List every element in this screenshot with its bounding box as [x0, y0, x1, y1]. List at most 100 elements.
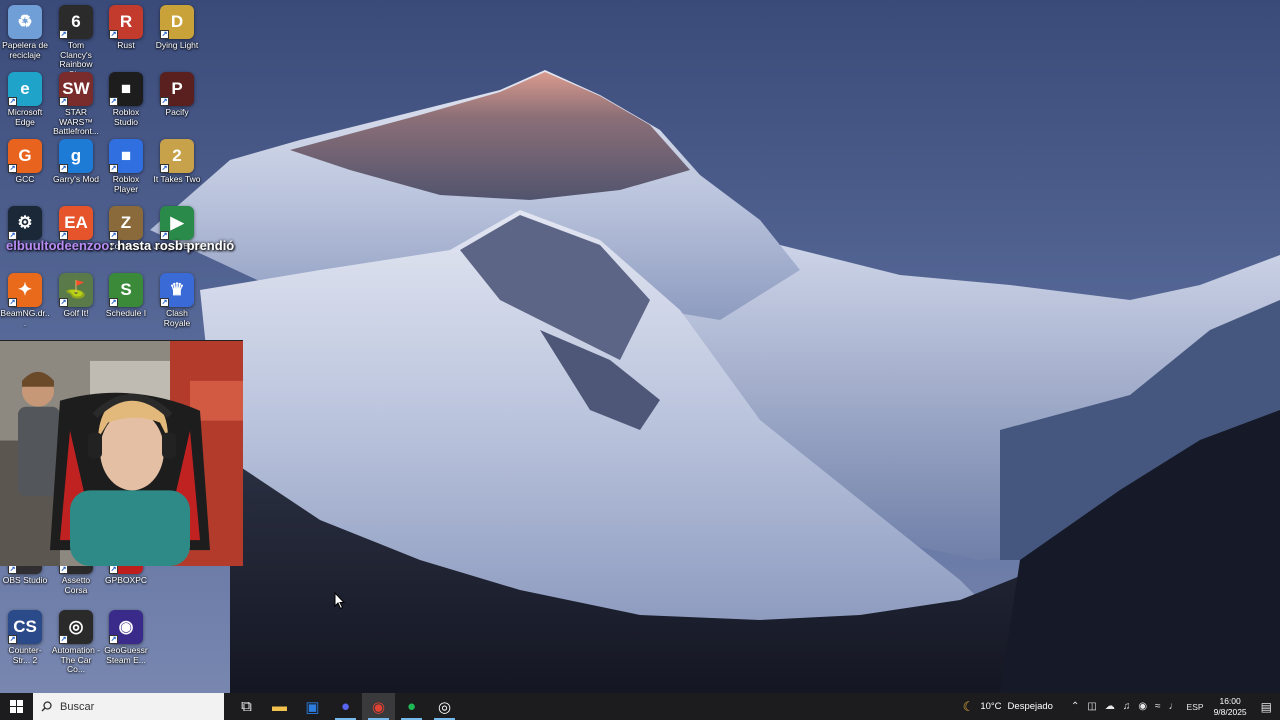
desktop-icon-label: OBS Studio [2, 575, 48, 585]
shortcut-arrow-icon: ↗ [109, 164, 118, 173]
desktop-icon-label: Pacify [165, 107, 189, 117]
desktop-icon[interactable]: EA ↗ [51, 206, 101, 240]
taskbar-app-discord[interactable]: ● [329, 693, 362, 720]
shortcut-arrow-icon: ↗ [8, 635, 17, 644]
search-placeholder: Buscar [60, 700, 95, 713]
it-takes-two-icon: 2 ↗ [160, 139, 194, 173]
desktop-icon[interactable]: G ↗ GCC [0, 139, 50, 185]
headset-icon[interactable]: ◉ [1138, 701, 1147, 712]
desktop-icon[interactable]: ■ ↗ Roblox Player [101, 139, 151, 194]
clock-date: 9/8/2025 [1213, 706, 1247, 717]
search-icon [41, 701, 52, 712]
desktop-icon[interactable]: 6↗Tom Clancy's Rainbow Si... [51, 5, 101, 79]
counter-strike-icon: CS ↗ [8, 610, 42, 644]
start-button[interactable] [0, 693, 33, 720]
system-tray: ☾ 10°C Despejado ⌃ ◫ ☁ ♫ ◉ ≈ ♩ ESP 16:00… [963, 693, 1280, 720]
desktop-icon[interactable]: SW ↗ STAR WARS™ Battlefront... [51, 72, 101, 137]
desktop-icon[interactable]: ⚙ ↗ [0, 206, 50, 240]
desktop-icon-label: Schedule I [105, 308, 147, 318]
shortcut-arrow-icon: ↗ [59, 164, 68, 173]
taskbar-app-chrome[interactable]: ◉ [362, 693, 395, 720]
ea-icon: EA ↗ [59, 206, 93, 240]
desktop-icon[interactable]: S ↗ Schedule I [101, 273, 151, 319]
desktop-icon[interactable]: R ↗ Rust [101, 5, 151, 51]
zomboid-icon: Z ↗ [109, 206, 143, 240]
display-icon[interactable]: ◫ [1087, 701, 1096, 712]
desktop-icon[interactable]: ◎ ↗ Automation - The Car Co... [51, 610, 101, 675]
desktop-icon[interactable]: CS ↗ Counter-Str... 2 [0, 610, 50, 665]
desktop-icon[interactable]: D ↗ Dying Light [152, 5, 202, 51]
task-view-icon: ⧉ [241, 698, 252, 715]
desktop-icon-label: Dying Light [155, 40, 199, 50]
shortcut-arrow-icon: ↗ [160, 298, 169, 307]
desktop-icon[interactable]: 2 ↗ It Takes Two [152, 139, 202, 185]
desktop-icon[interactable]: g ↗ Garry's Mod [51, 139, 101, 185]
shortcut-arrow-icon: ↗ [160, 164, 169, 173]
shortcut-arrow-icon: ↗ [59, 30, 68, 39]
desktop-icon-label: GCC [15, 174, 35, 184]
edge-icon: e ↗ [8, 72, 42, 106]
file-explorer-icon: ▬ [272, 698, 287, 715]
windows-logo-icon [10, 700, 23, 713]
desktop-icon[interactable]: ⛳ ↗ Golf It! [51, 273, 101, 319]
cloud-icon[interactable]: ☁ [1105, 701, 1115, 712]
chat-message: : hasta rosb prendió [109, 238, 235, 253]
taskbar-app-microsoft-store[interactable]: ▣ [296, 693, 329, 720]
dying-light-icon: D ↗ [160, 5, 194, 39]
taskbar-app-file-explorer[interactable]: ▬ [263, 693, 296, 720]
desktop-icon[interactable]: e ↗ Microsoft Edge [0, 72, 50, 127]
shortcut-arrow-icon: ↗ [8, 565, 17, 574]
chat-username: elbuultodeenzoo [6, 238, 110, 253]
desktop-icon-label: STAR WARS™ Battlefront... [53, 107, 99, 136]
shortcut-arrow-icon: ↗ [109, 298, 118, 307]
desktop-icon-label: Rust [117, 40, 135, 50]
desktop-icon-label: GeoGuessr Steam E... [104, 645, 148, 665]
desktop-icon-label: BeamNG.dr... [0, 308, 50, 328]
moon-icon: ☾ [962, 698, 975, 714]
desktop-icon-label: GPBOXPC [104, 575, 148, 585]
desktop-icon-label: Papelera de reciclaje [2, 40, 48, 60]
desktop-icon[interactable]: ◉ ↗ GeoGuessr Steam E... [101, 610, 151, 665]
language-indicator[interactable]: ESP [1187, 702, 1204, 712]
shortcut-arrow-icon: ↗ [160, 30, 169, 39]
notifications-icon[interactable]: ▤ [1261, 700, 1272, 714]
desktop-icon-label: Automation - The Car Co... [51, 645, 101, 674]
desktop-icon[interactable]: ■ ↗ Roblox Studio [101, 72, 151, 127]
volume-icon[interactable]: ♩ [1169, 701, 1179, 712]
weather-widget[interactable]: ☾ 10°C Despejado [963, 699, 1053, 715]
taskbar-app-task-view[interactable]: ⧉ [230, 693, 263, 720]
webcam-overlay [0, 340, 243, 566]
steam-icon: ⚙ ↗ [8, 206, 42, 240]
shortcut-arrow-icon: ↗ [109, 565, 118, 574]
wifi-icon[interactable]: ≈ [1155, 701, 1161, 712]
desktop-icon[interactable]: ✦ ↗ BeamNG.dr... [0, 273, 50, 328]
shortcut-arrow-icon: ↗ [59, 635, 68, 644]
shortcut-arrow-icon: ↗ [59, 565, 68, 574]
stream-chat-overlay: elbuultodeenzoo: hasta rosb prendió [6, 238, 234, 253]
clash-royale-icon: ♛ ↗ [160, 273, 194, 307]
desktop-icon-label: Assetto Corsa [61, 575, 91, 595]
schedule-one-icon: S ↗ [109, 273, 143, 307]
shortcut-arrow-icon: ↗ [8, 298, 17, 307]
google-play-games-icon: ▶ ↗ [160, 206, 194, 240]
system-clock[interactable]: 16:00 9/8/2025 [1214, 696, 1247, 718]
taskbar-app-obs-taskbar[interactable]: ◎ [428, 693, 461, 720]
microsoft-store-icon: ▣ [305, 698, 320, 716]
shortcut-arrow-icon: ↗ [109, 97, 118, 106]
shortcut-arrow-icon: ↗ [109, 30, 118, 39]
clock-time: 16:00 [1219, 695, 1241, 706]
spotify-icon: ● [406, 698, 417, 715]
microphone-icon[interactable]: ♫ [1123, 701, 1131, 712]
roblox-player-icon: ■ ↗ [109, 139, 143, 173]
taskbar-app-spotify[interactable]: ● [395, 693, 428, 720]
taskbar-search-box[interactable]: Buscar [33, 693, 224, 720]
desktop-icon[interactable]: ♛ ↗ Clash Royale [152, 273, 202, 328]
desktop-icon[interactable]: ♻ Papelera de reciclaje [0, 5, 50, 60]
beamng-icon: ✦ ↗ [8, 273, 42, 307]
chevron-up-icon[interactable]: ⌃ [1071, 701, 1079, 712]
weather-condition: Despejado [1007, 701, 1053, 712]
rainbow-six-icon: 6 ↗ [59, 5, 93, 39]
geoguessr-icon: ◉ ↗ [109, 610, 143, 644]
desktop-icon[interactable]: P ↗ Pacify [152, 72, 202, 118]
garrys-mod-icon: g ↗ [59, 139, 93, 173]
